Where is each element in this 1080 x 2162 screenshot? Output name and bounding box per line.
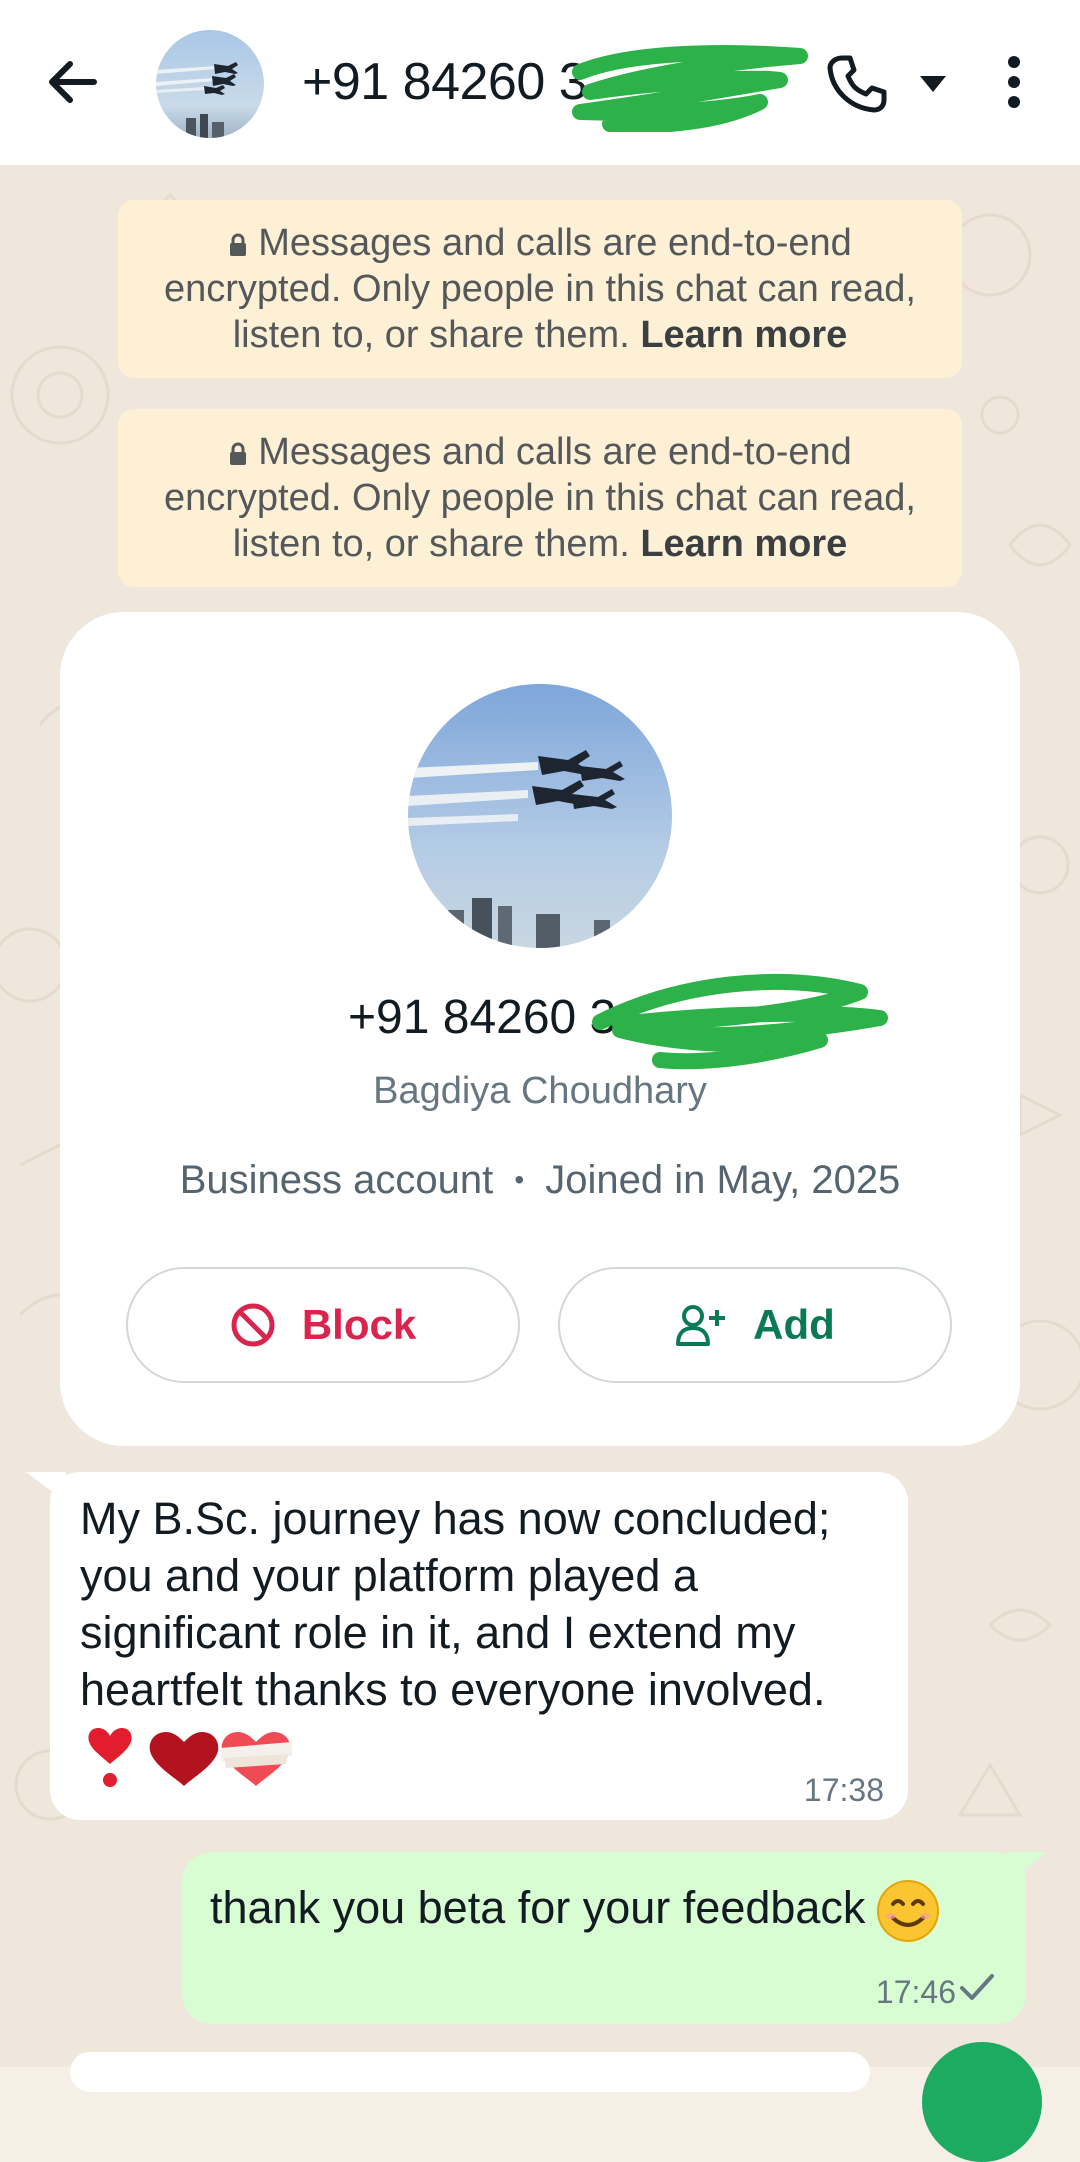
contact-avatar[interactable] <box>156 30 264 138</box>
account-type: Business account <box>179 1158 494 1202</box>
encryption-notice[interactable]: Messages and calls are end-to-end encryp… <box>118 200 962 378</box>
account-meta: Business account • Joined in May, 2025 <box>60 1158 1020 1203</box>
meta-separator: • <box>514 1164 525 1195</box>
more-vert-icon[interactable] <box>998 50 1030 114</box>
bubble-tail <box>26 1472 66 1502</box>
block-icon <box>231 1303 275 1347</box>
block-label: Block <box>301 1301 417 1348</box>
sent-check-icon <box>960 1974 994 2000</box>
scroll-fab-button[interactable] <box>922 2042 1042 2162</box>
lock-icon <box>230 233 247 256</box>
message-content: thank you beta for your feedback <box>210 1878 941 1944</box>
caret-down-icon[interactable] <box>916 68 950 98</box>
add-contact-button[interactable]: Add <box>558 1267 952 1383</box>
incoming-message[interactable]: My B.Sc. journey has now concluded; you … <box>26 1472 908 1820</box>
learn-more-link[interactable]: Learn more <box>640 523 847 565</box>
redaction-scribble <box>592 974 888 1070</box>
joined-date: Joined in May, 2025 <box>545 1158 901 1202</box>
chat-header: +91 84260 3 <box>0 0 1080 165</box>
smiling-face-emoji <box>877 1880 940 1942</box>
outgoing-message[interactable]: thank you beta for your feedback 17:46 <box>182 1852 1048 2024</box>
back-arrow-icon[interactable] <box>40 50 104 114</box>
lock-icon <box>230 442 247 465</box>
contact-name: Bagdiya Choudhary <box>373 1070 707 1112</box>
block-button[interactable]: Block <box>126 1267 520 1383</box>
message-text: thank you beta for your feedback <box>210 1881 866 1933</box>
contact-phone-title[interactable]: +91 84260 3 <box>302 52 588 112</box>
message-text: My B.Sc. journey has now concluded; you … <box>80 1493 831 1715</box>
learn-more-link[interactable]: Learn more <box>640 314 847 356</box>
message-time: 17:38 <box>803 1772 884 1808</box>
encryption-notice[interactable]: Messages and calls are end-to-end encryp… <box>118 409 962 587</box>
chat-area[interactable]: Messages and calls are end-to-end encryp… <box>0 165 1080 2162</box>
contact-info-card: +91 84260 3 Bagdiya Choudhary Business a… <box>60 612 1020 1446</box>
add-person-icon <box>676 1305 726 1346</box>
next-message-partial <box>70 2052 870 2092</box>
bubble-tail <box>1008 1852 1048 1882</box>
redaction-scribble <box>572 45 808 132</box>
phone-icon[interactable] <box>826 52 888 114</box>
message-time: 17:46 <box>875 1974 956 2010</box>
heart-emojis <box>88 1728 292 1787</box>
add-label: Add <box>753 1301 835 1348</box>
contact-avatar-large[interactable] <box>408 684 672 948</box>
